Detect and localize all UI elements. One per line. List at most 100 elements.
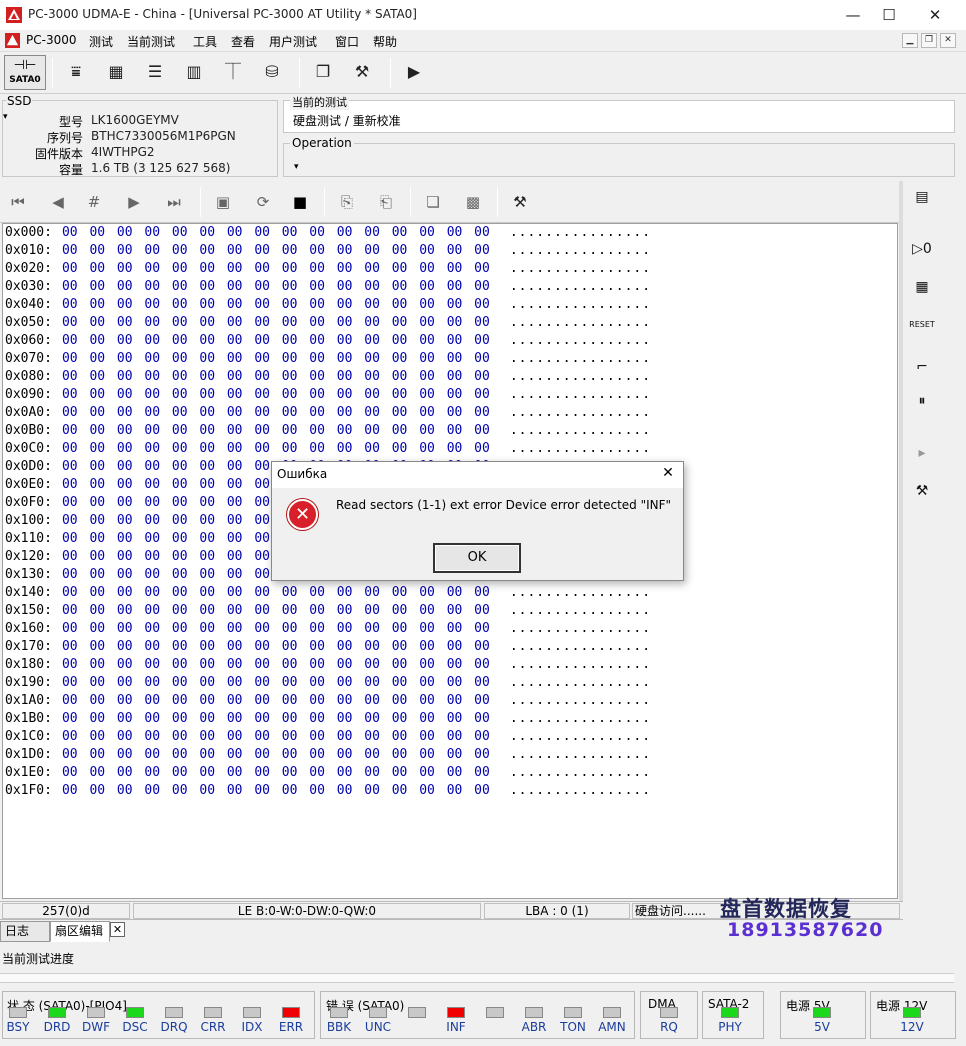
hex-row[interactable]: 0x0C0: 00 00 00 00 00 00 00 00 00 00 00 0… (5, 441, 651, 459)
copy-icon[interactable]: ❏ (419, 189, 447, 215)
refresh-icon[interactable]: ⟳ (249, 189, 277, 215)
hex-ascii[interactable]: ................ (510, 225, 651, 240)
hex-row[interactable]: 0x180: 00 00 00 00 00 00 00 00 00 00 00 0… (5, 657, 651, 675)
menu-pc3000[interactable]: PC-3000 (26, 33, 76, 47)
save-icon[interactable]: ▣ (209, 189, 237, 215)
chip-play-icon[interactable]: ▸ (905, 439, 939, 467)
hex-row[interactable]: 0x040: 00 00 00 00 00 00 00 00 00 00 00 0… (5, 297, 651, 315)
hex-bytes[interactable]: 00 00 00 00 00 00 00 00 00 00 00 00 00 0… (62, 423, 490, 438)
hex-ascii[interactable]: ................ (510, 369, 651, 384)
hex-row[interactable]: 0x170: 00 00 00 00 00 00 00 00 00 00 00 0… (5, 639, 651, 657)
menu-tools[interactable]: 工具 (193, 33, 217, 50)
hex-bytes[interactable]: 00 00 00 00 00 00 00 00 00 00 00 00 00 0… (62, 279, 490, 294)
menu-user-test[interactable]: 用户测试 (269, 33, 317, 50)
hex-ascii[interactable]: ................ (510, 261, 651, 276)
hex-ascii[interactable]: ................ (510, 243, 651, 258)
hex-row[interactable]: 0x090: 00 00 00 00 00 00 00 00 00 00 00 0… (5, 387, 651, 405)
disk-icon[interactable]: ⛁ (258, 58, 286, 86)
hex-bytes[interactable]: 00 00 00 00 00 00 00 00 00 00 00 00 00 0… (62, 297, 490, 312)
hex-bytes[interactable]: 00 00 00 00 00 00 00 00 00 00 00 00 00 0… (62, 243, 490, 258)
hex-bytes[interactable]: 00 00 00 00 00 00 00 00 00 00 00 00 00 0… (62, 405, 490, 420)
hex-row[interactable]: 0x050: 00 00 00 00 00 00 00 00 00 00 00 0… (5, 315, 651, 333)
hex-bytes[interactable]: 00 00 00 00 00 00 00 00 00 00 00 00 00 0… (62, 711, 490, 726)
hex-row[interactable]: 0x150: 00 00 00 00 00 00 00 00 00 00 00 0… (5, 603, 651, 621)
hex-ascii[interactable]: ................ (510, 315, 651, 330)
hex-row[interactable]: 0x030: 00 00 00 00 00 00 00 00 00 00 00 0… (5, 279, 651, 297)
hex-row[interactable]: 0x1F0: 00 00 00 00 00 00 00 00 00 00 00 0… (5, 783, 651, 801)
hex-ascii[interactable]: ................ (510, 729, 651, 744)
hex-ascii[interactable]: ................ (510, 711, 651, 726)
hex-row[interactable]: 0x1B0: 00 00 00 00 00 00 00 00 00 00 00 0… (5, 711, 651, 729)
menu-window[interactable]: 窗口 (335, 33, 359, 50)
sector-list-icon[interactable]: ☰ (141, 58, 169, 86)
mdi-minimize-button[interactable]: ▁ (902, 33, 918, 48)
hex-bytes[interactable]: 00 00 00 00 00 00 00 00 00 00 00 00 00 0… (62, 603, 490, 618)
close-button[interactable]: ✕ (912, 0, 958, 30)
hex-row[interactable]: 0x1E0: 00 00 00 00 00 00 00 00 00 00 00 0… (5, 765, 651, 783)
hex-row[interactable]: 0x080: 00 00 00 00 00 00 00 00 00 00 00 0… (5, 369, 651, 387)
chip-icon[interactable]: ▦ (102, 58, 130, 86)
hex-ascii[interactable]: ................ (510, 639, 651, 654)
hex-bytes[interactable]: 00 00 00 00 00 00 00 00 00 00 00 00 00 0… (62, 765, 490, 780)
hex-ascii[interactable]: ................ (510, 747, 651, 762)
hex-ascii[interactable]: ................ (510, 783, 651, 798)
hex-row[interactable]: 0x1C0: 00 00 00 00 00 00 00 00 00 00 00 0… (5, 729, 651, 747)
hex-ascii[interactable]: ................ (510, 585, 651, 600)
tab-close-icon[interactable]: ✕ (110, 922, 125, 937)
hex-row[interactable]: 0x160: 00 00 00 00 00 00 00 00 00 00 00 0… (5, 621, 651, 639)
hex-ascii[interactable]: ................ (510, 279, 651, 294)
menu-current-test[interactable]: 当前测试 (127, 33, 175, 50)
hex-row[interactable]: 0x000: 00 00 00 00 00 00 00 00 00 00 00 0… (5, 225, 651, 243)
sd-card-icon[interactable]: ▤ (905, 183, 939, 211)
menu-test[interactable]: 测试 (89, 33, 113, 50)
menu-view[interactable]: 查看 (231, 33, 255, 50)
stop-icon[interactable]: ■ (286, 189, 314, 215)
hex-row[interactable]: 0x140: 00 00 00 00 00 00 00 00 00 00 00 0… (5, 585, 651, 603)
play-icon[interactable]: ▶ (400, 58, 428, 86)
hex-ascii[interactable]: ................ (510, 693, 651, 708)
drive-test-icon[interactable]: ⩸ (62, 58, 90, 86)
hex-bytes[interactable]: 00 00 00 00 00 00 00 00 00 00 00 00 00 0… (62, 675, 490, 690)
tools-icon[interactable]: ⚒ (506, 189, 534, 215)
hex-bytes[interactable]: 00 00 00 00 00 00 00 00 00 00 00 00 00 0… (62, 783, 490, 798)
hex-ascii[interactable]: ................ (510, 621, 651, 636)
hex-ascii[interactable]: ................ (510, 423, 651, 438)
menu-help[interactable]: 帮助 (373, 33, 397, 50)
prev-sector-icon[interactable]: ◀ (44, 189, 72, 215)
hex-bytes[interactable]: 00 00 00 00 00 00 00 00 00 00 00 00 00 0… (62, 351, 490, 366)
next-sector-icon[interactable]: ▶ (120, 189, 148, 215)
hex-row[interactable]: 0x1D0: 00 00 00 00 00 00 00 00 00 00 00 0… (5, 747, 651, 765)
goto-sector-icon[interactable]: # (80, 189, 108, 215)
hex-ascii[interactable]: ................ (510, 297, 651, 312)
hex-bytes[interactable]: 00 00 00 00 00 00 00 00 00 00 00 00 00 0… (62, 261, 490, 276)
hex-row[interactable]: 0x060: 00 00 00 00 00 00 00 00 00 00 00 0… (5, 333, 651, 351)
hex-ascii[interactable]: ................ (510, 675, 651, 690)
read-to-file-icon[interactable]: ⎘ (333, 189, 361, 215)
hex-bytes[interactable]: 00 00 00 00 00 00 00 00 00 00 00 00 00 0… (62, 333, 490, 348)
hex-row[interactable]: 0x0B0: 00 00 00 00 00 00 00 00 00 00 00 0… (5, 423, 651, 441)
write-from-file-icon[interactable]: ⎗ (372, 189, 400, 215)
hex-row[interactable]: 0x1A0: 00 00 00 00 00 00 00 00 00 00 00 0… (5, 693, 651, 711)
pause-icon[interactable]: ⏸ (905, 387, 939, 415)
maximize-button[interactable]: ☐ (866, 0, 912, 30)
hex-ascii[interactable]: ................ (510, 351, 651, 366)
reset-icon[interactable]: RESET (905, 311, 939, 339)
hex-row[interactable]: 0x0A0: 00 00 00 00 00 00 00 00 00 00 00 0… (5, 405, 651, 423)
hex-bytes[interactable]: 00 00 00 00 00 00 00 00 00 00 00 00 00 0… (62, 387, 490, 402)
hex-bytes[interactable]: 00 00 00 00 00 00 00 00 00 00 00 00 00 0… (62, 693, 490, 708)
hex-ascii[interactable]: ................ (510, 333, 651, 348)
hex-row[interactable]: 0x070: 00 00 00 00 00 00 00 00 00 00 00 0… (5, 351, 651, 369)
dialog-close-button[interactable]: ✕ (656, 465, 680, 485)
hex-bytes[interactable]: 00 00 00 00 00 00 00 00 00 00 00 00 00 0… (62, 729, 490, 744)
hex-bytes[interactable]: 00 00 00 00 00 00 00 00 00 00 00 00 00 0… (62, 747, 490, 762)
bar-chart-icon[interactable]: ▥ (180, 58, 208, 86)
hex-ascii[interactable]: ................ (510, 765, 651, 780)
hex-ascii[interactable]: ................ (510, 405, 651, 420)
ok-button[interactable]: OK (433, 543, 521, 573)
tab-log[interactable]: 日志 (0, 921, 50, 942)
operation-dropdown-icon[interactable]: ▾ (294, 162, 299, 172)
hex-bytes[interactable]: 00 00 00 00 00 00 00 00 00 00 00 00 00 0… (62, 657, 490, 672)
hex-bytes[interactable]: 00 00 00 00 00 00 00 00 00 00 00 00 00 0… (62, 441, 490, 456)
hex-bytes[interactable]: 00 00 00 00 00 00 00 00 00 00 00 00 00 0… (62, 639, 490, 654)
hex-bytes[interactable]: 00 00 00 00 00 00 00 00 00 00 00 00 00 0… (62, 621, 490, 636)
